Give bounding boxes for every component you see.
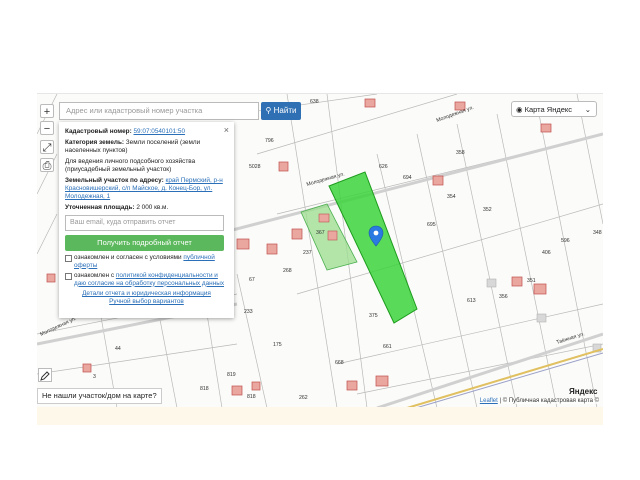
parcel-number: 3	[93, 374, 96, 380]
report-details-link[interactable]: Детали отчета и юридическая информация	[82, 290, 211, 297]
cadastral-number-link[interactable]: 59:07:0540101:50	[134, 128, 186, 135]
area-value: 2 000 кв.м.	[136, 204, 169, 211]
get-report-button[interactable]: Получить подробный отчет	[65, 235, 224, 251]
parcel-number: 796	[265, 138, 274, 144]
checkbox-icon[interactable]	[65, 273, 72, 280]
parcel-number: 613	[467, 298, 476, 304]
parcel-number: 44	[115, 346, 121, 352]
parcel-number: 5028	[249, 164, 261, 170]
zoom-out-button[interactable]: −	[40, 121, 54, 135]
parcel-number: 818	[247, 394, 256, 400]
parcel-number: 262	[299, 395, 308, 401]
parcel-number: 694	[403, 175, 412, 181]
page-bottom-strip	[37, 407, 603, 425]
manual-selection-link[interactable]: Ручной выбор вариантов	[109, 298, 184, 305]
map-layer-select[interactable]: ◉ Карта Яндекс ⌄	[511, 101, 597, 117]
parcel-number: 661	[383, 344, 392, 350]
fullscreen-icon[interactable]: ⤢	[40, 140, 54, 154]
parcel-number: 268	[283, 268, 292, 274]
map-attribution: Leaflet | © Публичная кадастровая карта …	[479, 398, 599, 404]
land-category-label: Категория земель:	[65, 139, 124, 146]
parcel-number: 348	[593, 230, 602, 236]
parcel-info-panel: × Кадастровый номер: 59:07:0540101:50 Ка…	[59, 122, 234, 318]
consent-offer-text: ознакомлен и согласен с условиями	[74, 254, 184, 261]
email-field[interactable]: Ваш email, куда отправить отчет	[65, 215, 224, 231]
offer-consent-checkbox[interactable]: ознакомлен и согласен с условиями публич…	[65, 254, 228, 269]
parcel-number: 819	[227, 372, 236, 378]
parcel-number: 237	[303, 250, 312, 256]
not-found-link[interactable]: Не нашли участок/дом на карте?	[37, 388, 162, 404]
parcel-number: 351	[527, 278, 536, 284]
page-top-area	[0, 0, 640, 93]
search-input[interactable]: Адрес или кадастровый номер участка	[59, 102, 259, 120]
cadastral-number-label: Кадастровый номер:	[65, 128, 132, 135]
checkbox-icon[interactable]	[65, 255, 72, 262]
parcel-number: 175	[273, 342, 282, 348]
parcel-number: 233	[244, 309, 253, 315]
yandex-logo: Яндекс	[569, 387, 598, 396]
address-label: Земельный участок по адресу:	[65, 177, 164, 184]
consent-privacy-text: ознакомлен с	[74, 272, 116, 279]
parcel-number: 695	[427, 222, 436, 228]
map-layer-label: Карта Яндекс	[524, 105, 573, 114]
parcel-number: 354	[447, 194, 456, 200]
search-button[interactable]: ⚲ Найти	[261, 102, 301, 120]
parcel-number: 406	[542, 250, 551, 256]
parcel-number: 352	[483, 207, 492, 213]
close-icon[interactable]: ×	[224, 125, 229, 135]
parcel-number: 626	[379, 164, 388, 170]
parcel-number: 818	[200, 386, 209, 392]
print-icon[interactable]: ⎙	[40, 158, 54, 172]
parcel-number: 67	[249, 277, 255, 283]
parcel-number: 375	[369, 313, 378, 319]
edit-pencil-icon[interactable]	[38, 368, 52, 382]
leaflet-link[interactable]: Leaflet	[480, 398, 498, 404]
search-icon: ⚲	[265, 106, 274, 115]
search-button-label: Найти	[273, 106, 297, 115]
parcel-number: 358	[456, 150, 465, 156]
parcel-number: 367	[316, 230, 325, 236]
land-use-text: Для ведения личного подсобного хозяйства…	[65, 158, 196, 173]
parcel-number: 668	[335, 360, 344, 366]
attribution-text: | © Публичная кадастровая карта ©	[497, 398, 599, 404]
parcel-number: 596	[561, 238, 570, 244]
chevron-down-icon: ⌄	[584, 105, 591, 114]
cadastral-map[interactable]: Молодежная ул. Молодежная ул. Молодежная…	[37, 93, 603, 408]
parcel-number: 638	[310, 99, 319, 105]
zoom-in-button[interactable]: +	[40, 104, 54, 118]
area-label: Уточненная площадь:	[65, 204, 135, 211]
parcel-number: 356	[499, 294, 508, 300]
radio-icon: ◉	[516, 105, 525, 114]
privacy-consent-checkbox[interactable]: ознакомлен с политикой конфиденциальност…	[65, 272, 228, 287]
